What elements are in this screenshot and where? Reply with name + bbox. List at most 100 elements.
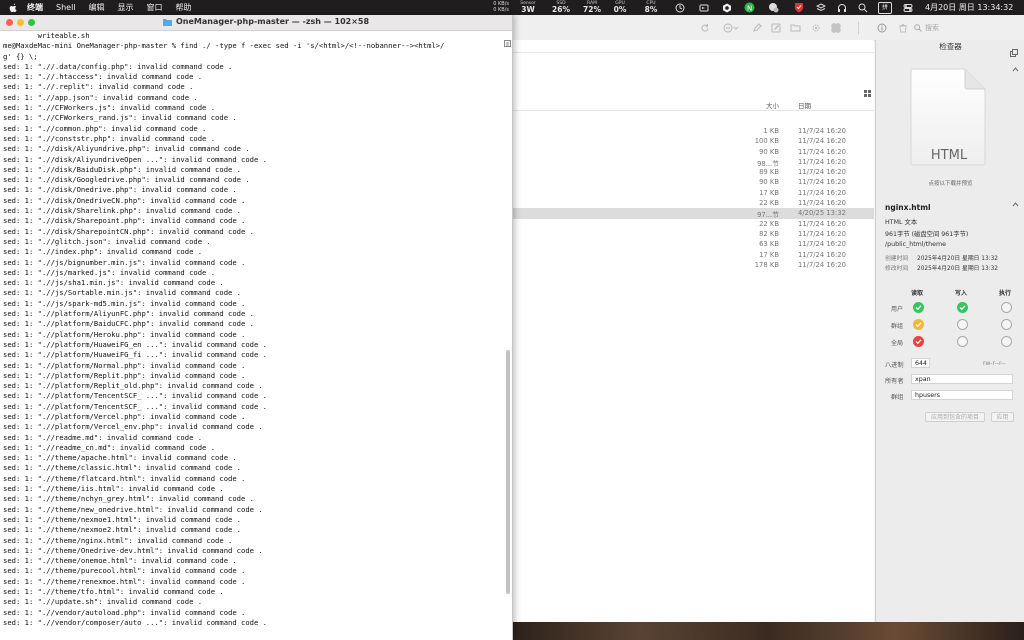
perm-read-toggle[interactable]: [913, 319, 924, 330]
layers-icon[interactable]: [815, 2, 826, 13]
file-row[interactable]: 17 KB 11/7/24 16:20: [512, 250, 874, 260]
edit-pencil-icon[interactable]: [751, 22, 762, 33]
trash-icon[interactable]: [897, 22, 908, 33]
terminal-line: sed: 1: ".//js/Sortable.min.js": invalid…: [3, 288, 241, 298]
input-method-icon[interactable]: 拼: [878, 2, 892, 14]
menu-bar: 终端 Shell 编辑 显示 窗口 帮助: [0, 0, 1024, 15]
file-row[interactable]: 90 KB 11/7/24 16:20: [512, 147, 874, 157]
menu-terminal[interactable]: 终端: [27, 2, 43, 13]
stat-cpu[interactable]: CPU 8%: [642, 1, 660, 14]
collapse-info-icon[interactable]: [1012, 193, 1019, 207]
octal-input[interactable]: 644: [911, 358, 930, 368]
terminal-line: sed: 1: ".//theme/classic.html": invalid…: [3, 463, 241, 473]
terminal-line: sed: 1: ".//platform/Vercel_env.php": in…: [3, 422, 263, 432]
edit-box-icon[interactable]: [770, 22, 781, 33]
file-row[interactable]: 17 KB 11/7/24 16:20: [512, 188, 874, 198]
terminal-line: sed: 1: ".//theme/nexmoe1.html": invalid…: [3, 514, 241, 524]
finder-search[interactable]: 搜索: [914, 21, 1024, 34]
file-row-selected[interactable]: 97...节 4/20/25 13:32: [512, 208, 874, 219]
file-row[interactable]: 89 KB 11/7/24 16:20: [512, 167, 874, 177]
shield-app-icon[interactable]: [793, 2, 804, 13]
terminal-scrollbar[interactable]: [504, 31, 511, 639]
file-list-header: 大小 日期: [512, 96, 874, 111]
info-icon[interactable]: [876, 22, 887, 33]
window-resize-icon[interactable]: [504, 32, 511, 47]
file-row[interactable]: 22 KB 11/7/24 16:20: [512, 219, 874, 229]
menu-window[interactable]: 窗口: [147, 2, 163, 13]
more-actions-icon[interactable]: [722, 22, 740, 33]
stat-label: GPU: [615, 1, 625, 6]
close-button[interactable]: [6, 18, 13, 26]
minimize-button[interactable]: [17, 18, 24, 26]
terminal-titlebar[interactable]: OneManager-php-master — -zsh — 102×58: [0, 15, 512, 31]
collapse-preview-icon[interactable]: [1012, 58, 1019, 72]
perm-read-toggle[interactable]: [913, 302, 924, 313]
scrollbar-thumb[interactable]: [506, 350, 510, 594]
column-date[interactable]: 日期: [798, 100, 811, 110]
perm-exec-toggle[interactable]: [1001, 336, 1012, 347]
file-row[interactable]: 100 KB 11/7/24 16:20: [512, 136, 874, 146]
stat-sensor[interactable]: Sensor 3W: [518, 1, 538, 14]
stat-ssd[interactable]: SSD 26%: [550, 1, 572, 14]
file-row[interactable]: 98...节 11/7/24 16:20: [512, 157, 874, 168]
perm-write-toggle[interactable]: [957, 302, 968, 313]
owner-input[interactable]: xpan: [911, 374, 1013, 384]
apply-button[interactable]: 应用: [991, 412, 1014, 422]
detach-inspector-icon[interactable]: [1010, 42, 1018, 57]
file-row[interactable]: 178 KB 11/7/24 16:20: [512, 260, 874, 270]
file-row[interactable]: 90 KB 11/7/24 16:20: [512, 177, 874, 187]
file-row[interactable]: 1 KB 11/7/24 16:20: [512, 126, 874, 136]
headphones-icon[interactable]: [836, 2, 847, 13]
terminal-line: sed: 1: ".//disk/Googledrive.php": inval…: [3, 175, 250, 185]
terminal-line: sed: 1: ".//app.json": invalid command c…: [3, 92, 198, 102]
created-value: 2025年4月20日 星期日 13:32: [917, 256, 998, 262]
stat-gpu[interactable]: GPU 0%: [611, 1, 629, 14]
hexagon-app-icon[interactable]: [721, 2, 732, 13]
file-size-cell: 1 KB: [763, 127, 779, 135]
control-center-icon[interactable]: [902, 2, 913, 13]
perm-read-toggle[interactable]: [913, 336, 924, 347]
file-date-cell: 11/7/24 16:20: [798, 229, 846, 238]
stat-value: 26%: [552, 5, 570, 14]
file-row[interactable]: 82 KB 11/7/24 16:20: [512, 229, 874, 239]
refresh-icon[interactable]: [699, 22, 710, 33]
apply-to-enclosed-button[interactable]: 应用到包含的项目: [925, 412, 985, 422]
menubar-clock[interactable]: 4月20日 周日 13:34:32: [925, 2, 1013, 13]
perm-exec-toggle[interactable]: [1001, 302, 1012, 313]
terminal-line: sed: 1: ".//theme/nchyn_grey.html": inva…: [3, 494, 254, 504]
pinwheel-icon[interactable]: [830, 22, 841, 33]
terminal-line: sed: 1: ".//platform/Vercel.php": invali…: [3, 411, 246, 421]
terminal-line: sed: 1: ".//conststr.php": invalid comma…: [3, 133, 216, 143]
file-row[interactable]: 63 KB 11/7/24 16:20: [512, 239, 874, 249]
settings-gear-icon[interactable]: [810, 22, 821, 33]
chat-app-icon[interactable]: [768, 2, 779, 13]
search-icon[interactable]: [857, 2, 868, 13]
file-rows: 1 KB 11/7/24 16:20 100 KB 11/7/24 16:20 90 K…: [512, 126, 874, 270]
menu-shell[interactable]: Shell: [56, 3, 76, 12]
screen-record-icon[interactable]: [698, 2, 709, 13]
group-input[interactable]: hpusers: [911, 390, 1013, 400]
perm-write-toggle[interactable]: [957, 319, 968, 330]
menu-edit[interactable]: 编辑: [89, 2, 105, 13]
preview-hint[interactable]: 点按以下载并预览: [876, 179, 1024, 187]
column-size[interactable]: 大小: [766, 100, 779, 110]
green-n-app-icon[interactable]: N: [744, 2, 755, 13]
owner-label: 所有者: [885, 378, 904, 385]
apple-logo-icon[interactable]: [9, 3, 19, 13]
app-status-icon[interactable]: [674, 2, 685, 13]
network-monitor[interactable]: 0 KB/s 0 KB/s: [485, 1, 509, 13]
terminal-output[interactable]: writeable.sh me@MaxdeMac-mini OneManager-…: [3, 31, 503, 639]
terminal-line: sed: 1: ".//disk/Sharelink.php": invalid…: [3, 206, 241, 216]
file-list[interactable]: 大小 日期 1 KB 11/7/24 16:20 100 KB 11/7/24 16:…: [512, 40, 874, 622]
new-folder-icon[interactable]: [790, 22, 801, 33]
menu-view[interactable]: 显示: [118, 2, 134, 13]
perm-write-toggle[interactable]: [957, 336, 968, 347]
modified-label: 修改时间: [885, 266, 909, 272]
zoom-button[interactable]: [28, 18, 35, 26]
menu-help[interactable]: 帮助: [176, 2, 192, 13]
perm-exec-toggle[interactable]: [1001, 319, 1012, 330]
preview-format-label: HTML: [930, 148, 968, 163]
file-row[interactable]: 22 KB 11/7/24 16:20: [512, 198, 874, 208]
view-options-icon[interactable]: [864, 82, 871, 97]
stat-ram[interactable]: RAM 72%: [581, 1, 603, 14]
